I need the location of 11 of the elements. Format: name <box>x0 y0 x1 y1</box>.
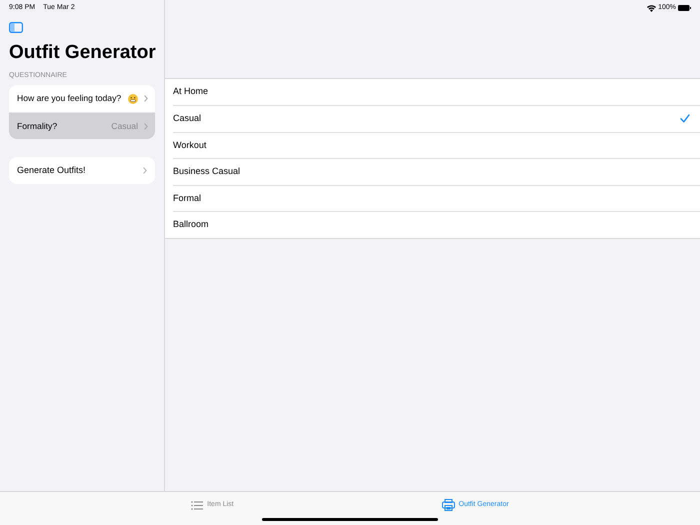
formality-option[interactable]: Formal <box>173 184 700 211</box>
formality-option[interactable]: At Home <box>173 78 700 105</box>
formality-option[interactable]: Ballroom <box>173 211 700 238</box>
formality-value: Casual <box>111 120 138 132</box>
generate-outfits-button[interactable]: Generate Outfits! <box>9 157 155 184</box>
page-title: Outfit Generator <box>9 40 157 64</box>
formality-option[interactable]: Casual <box>173 105 700 132</box>
formality-option[interactable]: Business Casual <box>173 158 700 184</box>
questionnaire-row[interactable]: Formality? Casual <box>9 112 155 139</box>
formality-option[interactable]: Workout <box>173 132 700 158</box>
questionnaire-row[interactable]: How are you feeling today? <box>9 85 155 112</box>
